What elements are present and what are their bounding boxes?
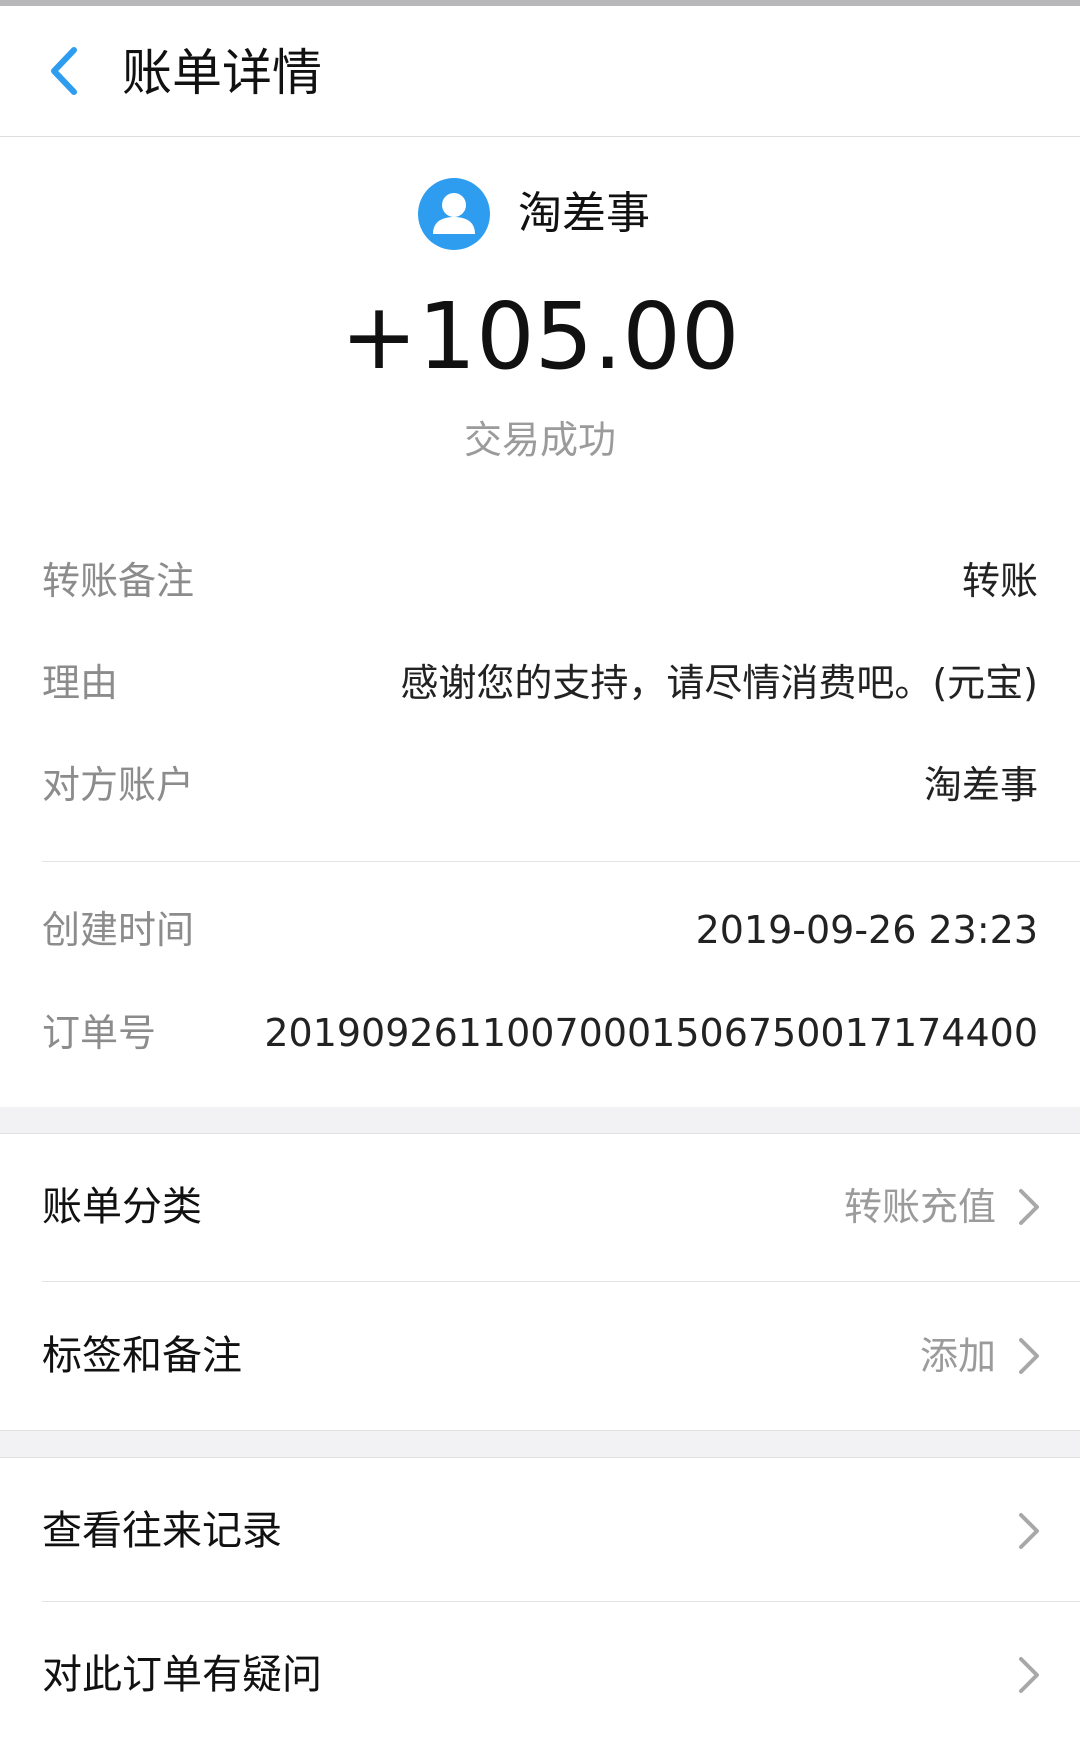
- menu-label: 对此订单有疑问: [42, 1652, 322, 1698]
- detail-row-created-time: 创建时间 2019-09-26 23:23: [0, 900, 1080, 960]
- divider: [42, 1281, 1080, 1282]
- detail-label: 订单号: [42, 1011, 157, 1055]
- tags-notes-row[interactable]: 标签和备注 添加: [0, 1283, 1080, 1429]
- detail-value[interactable]: 20190926110070001506750017174400: [264, 1003, 1038, 1063]
- divider: [42, 861, 1080, 862]
- order-question-row[interactable]: 对此订单有疑问: [0, 1602, 1080, 1741]
- menu-label: 标签和备注: [42, 1333, 242, 1379]
- detail-label: 对方账户: [42, 763, 195, 807]
- detail-value: 2019-09-26 23:23: [695, 908, 1038, 952]
- bill-detail-page: 账单详情 淘差事 +105.00 交易成功 转账备注 转账 理由 感谢您的支持，…: [0, 0, 1080, 1741]
- detail-row-reason: 理由 感谢您的支持，请尽情消费吧。(元宝): [0, 653, 1080, 713]
- view-history-row[interactable]: 查看往来记录: [0, 1458, 1080, 1604]
- detail-row-order-number: 订单号 20190926110070001506750017174400: [0, 1003, 1080, 1063]
- detail-label: 理由: [42, 661, 119, 705]
- page-title: 账单详情: [122, 44, 322, 102]
- detail-value: 淘差事: [923, 763, 1038, 807]
- menu-value: 添加: [919, 1334, 996, 1378]
- transaction-status: 交易成功: [463, 418, 616, 462]
- chevron-right-icon: [1019, 1338, 1039, 1374]
- menu-value: 转账充值: [843, 1185, 996, 1229]
- app-header: 账单详情: [0, 6, 1080, 137]
- menu-label: 账单分类: [42, 1184, 202, 1230]
- user-avatar-icon: [418, 178, 490, 250]
- detail-value: 转账: [961, 559, 1038, 603]
- back-button[interactable]: [30, 36, 100, 106]
- detail-label: 创建时间: [42, 908, 195, 952]
- detail-row-counterparty: 对方账户 淘差事: [0, 755, 1080, 815]
- payee-name: 淘差事: [518, 188, 650, 239]
- category-tags-section: 账单分类 转账充值 标签和备注 添加: [0, 1133, 1080, 1431]
- detail-value: 感谢您的支持，请尽情消费吧。(元宝): [400, 661, 1038, 705]
- detail-label: 转账备注: [42, 559, 195, 603]
- transaction-amount: +105.00: [340, 283, 740, 390]
- chevron-right-icon: [1019, 1189, 1039, 1225]
- chevron-right-icon: [1019, 1657, 1039, 1693]
- menu-label: 查看往来记录: [42, 1508, 282, 1554]
- transaction-detail-card: 淘差事 +105.00 交易成功 转账备注 转账 理由 感谢您的支持，请尽情消费…: [0, 137, 1080, 1107]
- bill-category-row[interactable]: 账单分类 转账充值: [0, 1134, 1080, 1280]
- chevron-left-icon: [51, 47, 77, 95]
- detail-row-remark: 转账备注 转账: [0, 551, 1080, 611]
- chevron-right-icon: [1019, 1513, 1039, 1549]
- history-help-section: 查看往来记录 对此订单有疑问: [0, 1457, 1080, 1741]
